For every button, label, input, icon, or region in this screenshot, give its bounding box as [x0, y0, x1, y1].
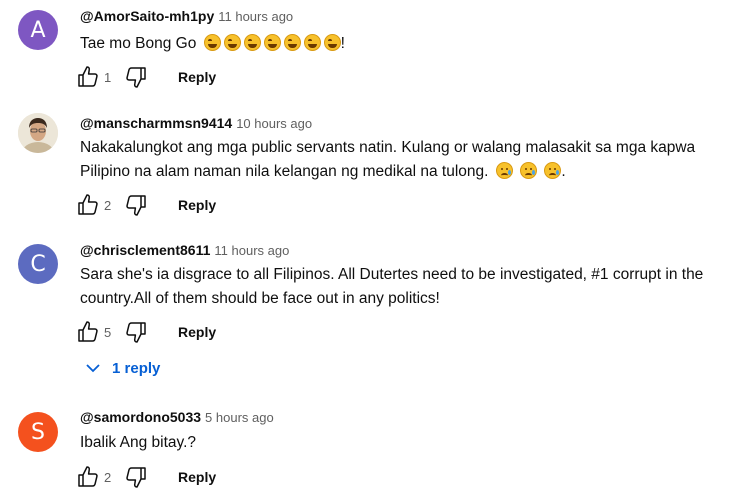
thumbs-down-icon	[126, 195, 146, 216]
thumbs-up-icon	[78, 321, 98, 342]
comment-header: @samordono5033 5 hours ago	[80, 409, 274, 425]
comment-actions: 2 Reply	[76, 190, 216, 220]
like-button[interactable]: 2	[76, 193, 122, 217]
thumbs-down-icon	[126, 322, 146, 343]
like-count: 2	[104, 469, 112, 485]
avatar[interactable]	[18, 113, 58, 153]
like-count: 5	[104, 324, 112, 340]
thumbs-up-icon	[78, 66, 98, 87]
comment-text: Ibalik Ang bitay.?	[80, 434, 197, 451]
timestamp[interactable]: 11 hours ago	[218, 9, 293, 24]
laughing-emoji-icon	[263, 34, 281, 51]
show-replies-button[interactable]: 1 reply	[84, 359, 160, 377]
profile-photo-icon	[18, 113, 58, 153]
comment-actions: 2 Reply	[76, 462, 216, 492]
comment-body: Nakakalungkot ang mga public servants na…	[80, 139, 696, 180]
sad-tear-emoji-icon	[544, 162, 562, 179]
reply-button[interactable]: Reply	[178, 69, 216, 85]
avatar[interactable]: S	[18, 412, 58, 452]
author-name[interactable]: @chrisclement8611	[80, 242, 210, 258]
like-button[interactable]: 1	[76, 65, 122, 89]
laughing-emoji-icon	[323, 34, 341, 51]
reply-button[interactable]: Reply	[178, 324, 216, 340]
comment-suffix: !	[340, 35, 345, 52]
like-count: 2	[104, 197, 112, 213]
author-name[interactable]: @manscharmmsn9414	[80, 115, 232, 131]
sad-tear-emoji-icon	[495, 162, 513, 179]
comment-body: Tae mo Bong Go	[80, 35, 197, 52]
comment-text: Nakakalungkot ang mga public servants na…	[80, 136, 740, 184]
thumbs-up-icon	[78, 466, 98, 487]
laughing-emoji-icon	[243, 34, 261, 51]
comment-header: @AmorSaito-mh1py 11 hours ago	[80, 8, 293, 24]
dislike-button[interactable]	[124, 320, 148, 344]
dislike-button[interactable]	[124, 193, 148, 217]
timestamp[interactable]: 10 hours ago	[236, 116, 312, 131]
comment-actions: 5 Reply	[76, 317, 216, 347]
dislike-button[interactable]	[124, 65, 148, 89]
timestamp[interactable]: 5 hours ago	[205, 410, 274, 425]
comment-text: Tae mo Bong Go !	[80, 32, 740, 56]
author-name[interactable]: @samordono5033	[80, 409, 201, 425]
laughing-emoji-icon	[223, 34, 241, 51]
laughing-emoji-icon	[303, 34, 321, 51]
like-button[interactable]: 5	[76, 320, 122, 344]
comment-header: @manscharmmsn9414 10 hours ago	[80, 115, 312, 131]
sad-tear-emoji-icon	[520, 162, 538, 179]
like-count: 1	[104, 69, 112, 85]
laughing-emoji-icon	[203, 34, 221, 51]
comment-suffix: .	[561, 163, 566, 180]
thumbs-down-icon	[126, 467, 146, 488]
comment-text: Sara she's ia disgrace to all Filipinos.…	[80, 266, 704, 307]
reply-button[interactable]: Reply	[178, 469, 216, 485]
avatar[interactable]: C	[18, 244, 58, 284]
avatar[interactable]: A	[18, 10, 58, 50]
comment-actions: 1 Reply	[76, 62, 216, 92]
dislike-button[interactable]	[124, 465, 148, 489]
reply-button[interactable]: Reply	[178, 197, 216, 213]
thumbs-down-icon	[126, 67, 146, 88]
comment-header: @chrisclement8611 11 hours ago	[80, 242, 289, 258]
like-button[interactable]: 2	[76, 465, 122, 489]
chevron-down-icon	[86, 364, 100, 373]
replies-count-label: 1 reply	[112, 359, 161, 377]
author-name[interactable]: @AmorSaito-mh1py	[80, 8, 214, 24]
laughing-emoji-icon	[283, 34, 301, 51]
thumbs-up-icon	[78, 194, 98, 215]
timestamp[interactable]: 11 hours ago	[214, 243, 289, 258]
